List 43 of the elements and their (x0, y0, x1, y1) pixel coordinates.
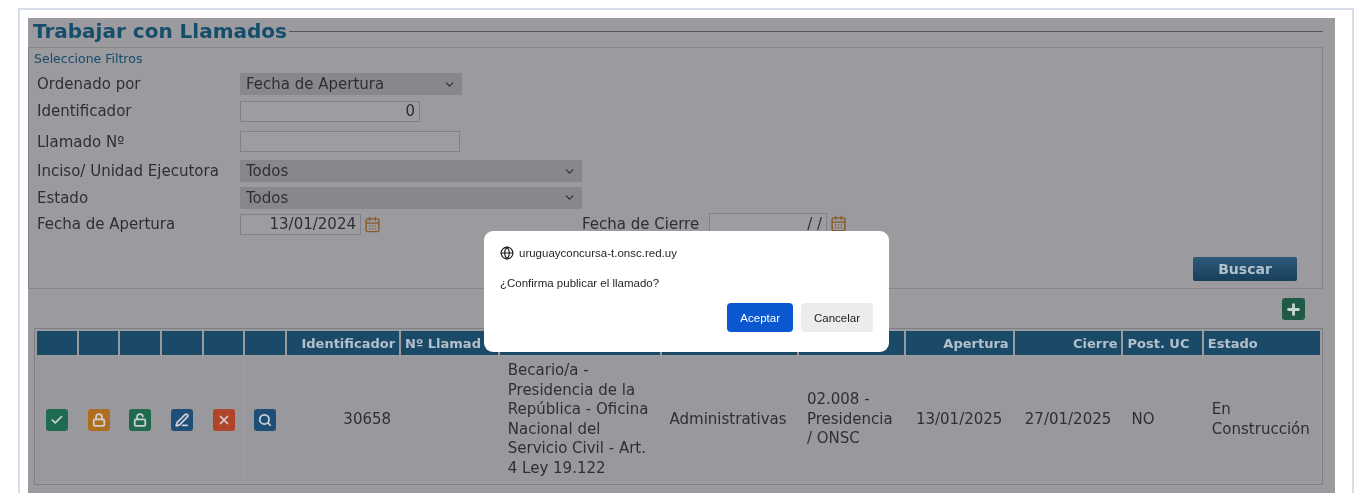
globe-icon (500, 246, 514, 260)
column-header: Identificador (287, 331, 400, 355)
pen-icon[interactable] (170, 408, 193, 431)
search-icon[interactable] (254, 408, 277, 431)
table-cell: 27/01/2025 (1024, 409, 1112, 428)
table-cell: NO (1131, 409, 1155, 428)
field-label: Identificador (37, 102, 133, 120)
column-header: Estado (1203, 331, 1320, 355)
close-icon[interactable] (212, 408, 235, 431)
check-icon[interactable] (45, 408, 68, 431)
table-cell: 02.008 - Presidencia / ONSC (806, 390, 893, 448)
select-field[interactable]: Todos (240, 160, 582, 182)
accept-button[interactable]: Aceptar (727, 303, 793, 332)
date-field[interactable]: 13/01/2024 (240, 213, 361, 235)
input-field[interactable]: 0 (240, 100, 420, 122)
add-button[interactable] (1282, 298, 1305, 320)
field-label: Estado (37, 188, 90, 207)
cancel-button[interactable]: Cancelar (800, 303, 873, 332)
table-cell: Becario/a - Presidencia de la República - Oficina Nacional del Servicio Civil - Art. 4 Ley 19.122 (507, 361, 649, 477)
page-title: Trabajar con Llamados (33, 19, 287, 43)
field-label: Fecha de Apertura (37, 215, 177, 233)
column-header: Cierre (1014, 331, 1122, 355)
table-cell: 13/01/2025 (915, 409, 1003, 428)
lock-icon[interactable] (87, 408, 110, 431)
dialog-origin: uruguayconcursa-t.onsc.red.uy (519, 247, 677, 259)
select-field[interactable]: Todos (240, 186, 582, 209)
dialog-message: ¿Confirma publicar el llamado? (500, 277, 661, 289)
plus-icon (1285, 300, 1302, 318)
select-field[interactable]: Fecha de Apertura (240, 73, 462, 95)
search-button[interactable]: Buscar (1193, 257, 1297, 281)
table-cell: 30658 (343, 409, 392, 428)
table-cell: Administrativas (669, 409, 787, 428)
column-header: Post. UC (1123, 331, 1202, 355)
section-label: Seleccione Filtros (34, 51, 144, 66)
field-label: Ordenado por (37, 75, 142, 93)
field-label: Fecha de Cierre (582, 214, 700, 233)
input-field[interactable] (240, 131, 460, 152)
unlock-icon[interactable] (129, 408, 152, 431)
field-label: Llamado Nº (37, 132, 126, 151)
column-header: Apertura (905, 331, 1013, 355)
table-cell: En Construcción (1211, 400, 1310, 438)
field-label: Inciso/ Unidad Ejecutora (37, 162, 220, 180)
calendar-icon[interactable] (830, 215, 848, 232)
